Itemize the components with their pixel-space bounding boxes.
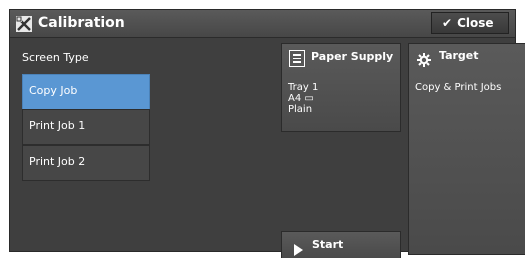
document-icon bbox=[289, 50, 305, 67]
play-icon bbox=[294, 244, 303, 256]
target-value: Copy & Print Jobs bbox=[415, 82, 502, 93]
paper-supply-details: Tray 1 A4 ▭ Plain bbox=[288, 82, 318, 115]
checkmark-icon: ✔ bbox=[442, 16, 453, 30]
close-button[interactable]: ✔ Close bbox=[431, 12, 509, 34]
start-button-label: Start bbox=[312, 238, 344, 251]
screen-type-item-print-job-2[interactable]: Print Job 2 bbox=[22, 145, 150, 181]
page-title: Calibration bbox=[38, 15, 125, 31]
list-item-label: Print Job 1 bbox=[29, 119, 86, 132]
screen-type-label: Screen Type bbox=[22, 51, 89, 64]
start-button[interactable]: Start bbox=[281, 231, 401, 258]
gear-icon bbox=[417, 53, 431, 67]
title-bar: Calibration ✔ Close bbox=[10, 10, 515, 38]
paper-size: A4 ▭ bbox=[288, 93, 314, 104]
list-item-label: Print Job 2 bbox=[29, 155, 86, 168]
paper-type: Plain bbox=[288, 104, 313, 115]
list-item-label: Copy Job bbox=[29, 84, 78, 97]
screen-type-item-print-job-1[interactable]: Print Job 1 bbox=[22, 109, 150, 145]
target-title: Target bbox=[439, 49, 479, 62]
calibration-icon bbox=[16, 16, 32, 32]
close-button-label: Close bbox=[457, 16, 494, 30]
calibration-panel: Calibration ✔ Close Screen Type Copy Job… bbox=[9, 9, 525, 258]
paper-supply-title: Paper Supply bbox=[311, 50, 394, 63]
paper-supply-button[interactable]: Paper Supply Tray 1 A4 ▭ Plain bbox=[281, 43, 401, 132]
paper-tray: Tray 1 bbox=[288, 82, 319, 93]
screen-type-item-copy-job[interactable]: Copy Job bbox=[22, 74, 150, 110]
target-button[interactable]: Target Copy & Print Jobs bbox=[408, 43, 525, 255]
